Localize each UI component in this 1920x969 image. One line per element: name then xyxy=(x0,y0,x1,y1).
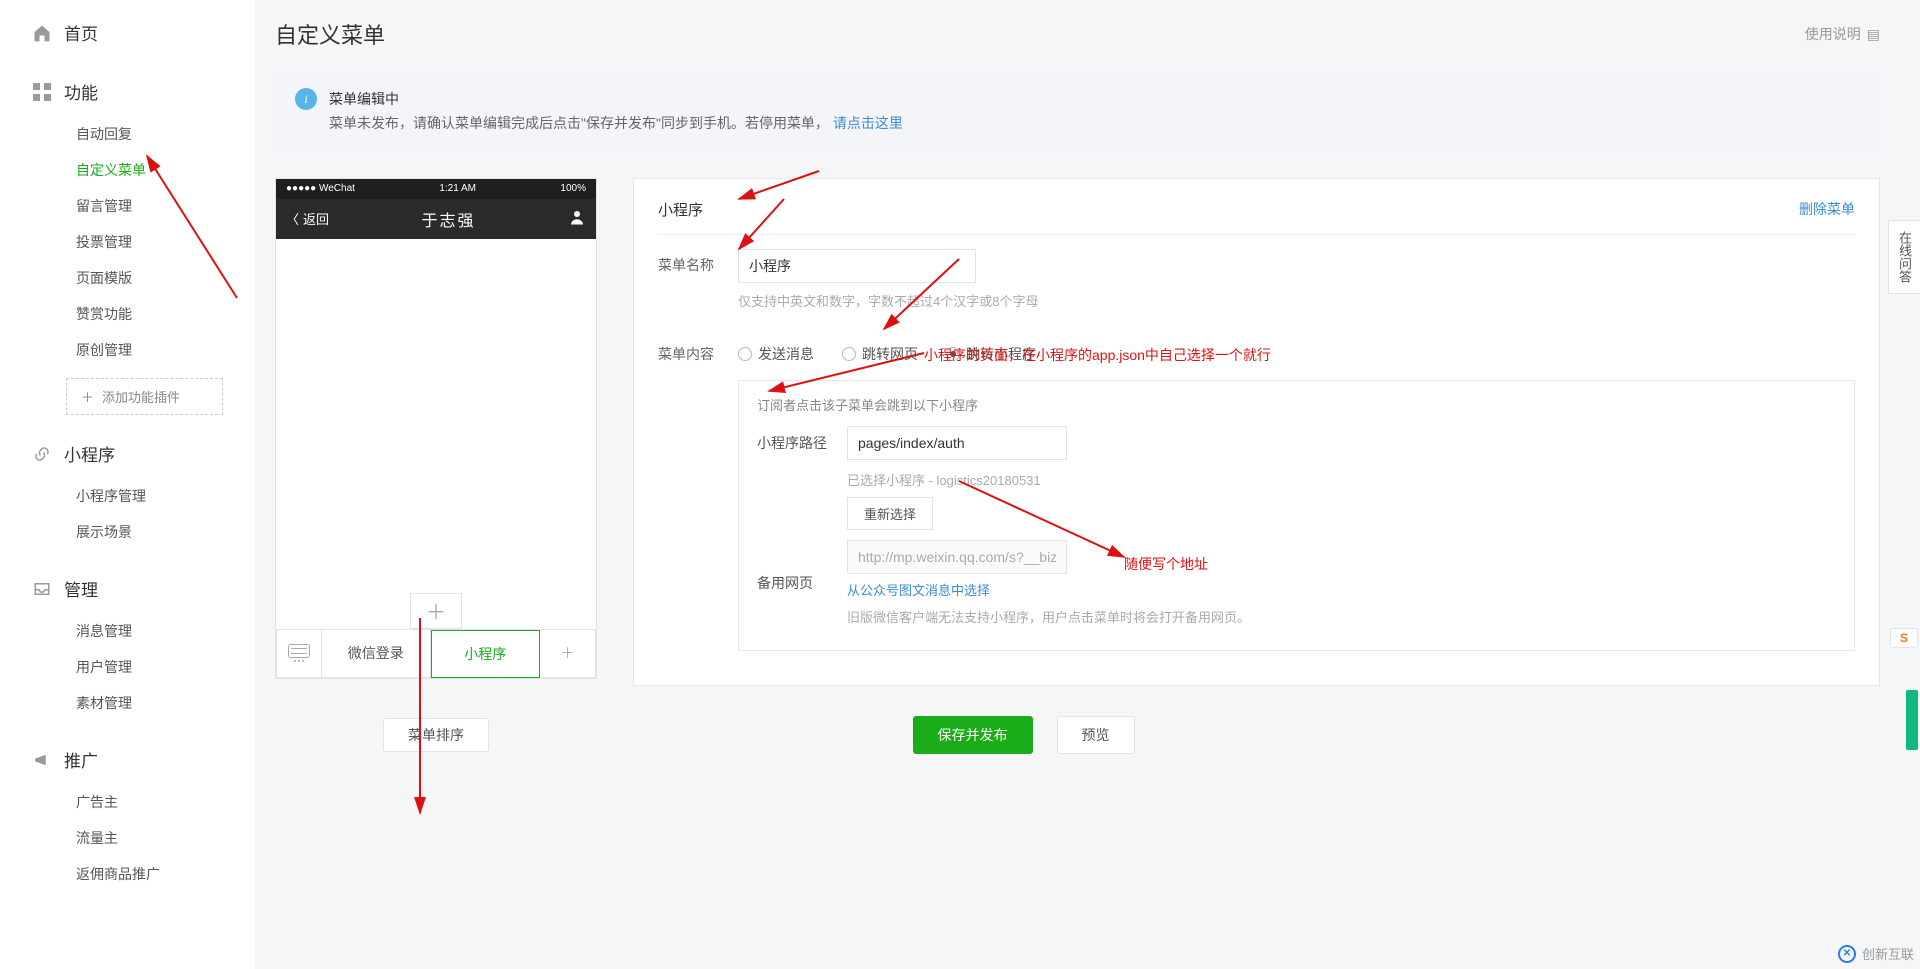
menu-name-hint: 仅支持中英文和数字，字数不超过4个汉字或8个字母 xyxy=(738,291,1855,310)
sidebar-item-traffic[interactable]: 流量主 xyxy=(0,820,255,856)
sidebar-item-advertiser[interactable]: 广告主 xyxy=(0,784,255,820)
sidebar-item-template[interactable]: 页面模版 xyxy=(0,260,255,296)
action-bar: 菜单排序 保存并发布 预览 xyxy=(275,716,1450,754)
megaphone-icon xyxy=(32,750,52,770)
notice-line1: 菜单编辑中 xyxy=(329,88,903,112)
sidebar-item-user[interactable]: 用户管理 xyxy=(0,649,255,685)
sidebar-item-mp-scene[interactable]: 展示场景 xyxy=(0,514,255,550)
floating-chip[interactable]: S xyxy=(1890,628,1918,648)
person-icon[interactable] xyxy=(568,208,586,229)
fallback-label: 备用网页 xyxy=(757,573,847,593)
sidebar-section-label: 小程序 xyxy=(64,441,115,466)
phone-add-submenu[interactable]: ＋ xyxy=(410,593,462,629)
sub-hint: 订阅者点击该子菜单会跳到以下小程序 xyxy=(757,395,1836,414)
phone-menu-1[interactable]: 微信登录 xyxy=(322,630,431,678)
notice-banner: i 菜单编辑中 菜单未发布，请确认菜单编辑完成后点击"保存并发布"同步到手机。若… xyxy=(275,72,1880,152)
reselect-button[interactable]: 重新选择 xyxy=(847,497,933,530)
fallback-input[interactable] xyxy=(847,540,1067,574)
sidebar-section-promo[interactable]: 推广 xyxy=(0,739,255,780)
sidebar-section-miniprogram[interactable]: 小程序 xyxy=(0,433,255,474)
link-icon xyxy=(32,444,52,464)
grid-icon xyxy=(32,82,52,102)
chevron-left-icon: 〈 xyxy=(286,209,299,228)
floating-green-bar[interactable] xyxy=(1906,690,1918,750)
sidebar-section-features[interactable]: 功能 xyxy=(0,71,255,112)
phone-menu-add[interactable]: ＋ xyxy=(540,630,596,678)
sidebar-item-reward[interactable]: 赞赏功能 xyxy=(0,296,255,332)
annotation-fallback: 随便写个地址 xyxy=(1124,554,1208,574)
plus-icon: ＋ xyxy=(81,387,94,406)
sidebar: 首页 功能 自动回复 自定义菜单 留言管理 投票管理 页面模版 赞赏功能 原创管… xyxy=(0,0,255,969)
phone-preview: ●●●●● WeChat 1:21 AM 100% 〈 返回 于志强 xyxy=(275,178,597,686)
phone-statusbar: ●●●●● WeChat 1:21 AM 100% xyxy=(276,179,596,199)
menu-name-label: 菜单名称 xyxy=(658,249,738,275)
fallback-select-link[interactable]: 从公众号图文消息中选择 xyxy=(847,583,990,598)
radio-jump-web[interactable]: 跳转网页 xyxy=(842,344,918,364)
sidebar-section-label: 管理 xyxy=(64,576,98,601)
home-icon xyxy=(32,23,52,43)
sort-button[interactable]: 菜单排序 xyxy=(383,718,489,752)
sidebar-item-msg[interactable]: 消息管理 xyxy=(0,613,255,649)
sidebar-item-comment[interactable]: 留言管理 xyxy=(0,188,255,224)
keyboard-icon[interactable] xyxy=(276,630,322,678)
sidebar-item-custommenu[interactable]: 自定义菜单 xyxy=(0,152,255,188)
sidebar-item-rebate[interactable]: 返佣商品推广 xyxy=(0,856,255,892)
mp-path-label: 小程序路径 xyxy=(757,433,847,453)
radio-send-msg[interactable]: 发送消息 xyxy=(738,344,814,364)
help-link[interactable]: 使用说明 ▤ xyxy=(1805,24,1880,44)
notice-line2: 菜单未发布，请确认菜单编辑完成后点击"保存并发布"同步到手机。若停用菜单， xyxy=(329,115,829,131)
menu-name-input[interactable] xyxy=(738,249,976,283)
phone-navbar: 〈 返回 于志强 xyxy=(276,199,596,239)
fallback-hint: 旧版微信客户端无法支持小程序，用户点击菜单时将会打开备用网页。 xyxy=(847,607,1250,626)
selected-mp: 已选择小程序 - logistics20180531 xyxy=(847,470,1041,489)
sidebar-section-manage[interactable]: 管理 xyxy=(0,568,255,609)
sidebar-item-home[interactable]: 首页 xyxy=(0,12,255,53)
info-icon: i xyxy=(295,88,317,110)
brand-watermark: ✕ 创新互联 xyxy=(1838,944,1914,963)
inbox-icon xyxy=(32,579,52,599)
sidebar-section-label: 功能 xyxy=(64,79,98,104)
sidebar-item-vote[interactable]: 投票管理 xyxy=(0,224,255,260)
sidebar-item-autoreply[interactable]: 自动回复 xyxy=(0,116,255,152)
menu-editor-panel: 小程序 删除菜单 菜单名称 仅支持中英文和数字，字数不超过4个汉字或8个字母 菜… xyxy=(633,178,1880,686)
main-content: 自定义菜单 使用说明 ▤ i 菜单编辑中 菜单未发布，请确认菜单编辑完成后点击"… xyxy=(255,0,1920,969)
delete-menu-link[interactable]: 删除菜单 xyxy=(1799,199,1855,219)
sidebar-item-material[interactable]: 素材管理 xyxy=(0,685,255,721)
doc-icon: ▤ xyxy=(1867,26,1880,43)
preview-button[interactable]: 预览 xyxy=(1057,716,1135,754)
phone-menu-2[interactable]: 小程序 xyxy=(431,630,541,678)
sidebar-section-label: 推广 xyxy=(64,747,98,772)
phone-back-button[interactable]: 〈 返回 xyxy=(286,209,329,228)
sidebar-add-plugin[interactable]: ＋ 添加功能插件 xyxy=(66,378,223,415)
mp-path-input[interactable] xyxy=(847,426,1067,460)
sidebar-item-mp-manage[interactable]: 小程序管理 xyxy=(0,478,255,514)
annotation-mp-path: 小程序的页面，在小程序的app.json中自己选择一个就行 xyxy=(924,345,1271,365)
panel-type: 小程序 xyxy=(658,199,703,220)
menu-content-label: 菜单内容 xyxy=(658,338,738,364)
online-qa-float[interactable]: 在线问答 xyxy=(1888,220,1920,294)
phone-title: 于志强 xyxy=(329,207,568,231)
brand-logo-icon: ✕ xyxy=(1838,945,1856,963)
sidebar-home-label: 首页 xyxy=(64,20,98,45)
notice-stop-link[interactable]: 请点击这里 xyxy=(833,115,903,131)
sidebar-item-original[interactable]: 原创管理 xyxy=(0,332,255,368)
save-publish-button[interactable]: 保存并发布 xyxy=(913,716,1033,754)
page-title: 自定义菜单 xyxy=(275,18,385,50)
